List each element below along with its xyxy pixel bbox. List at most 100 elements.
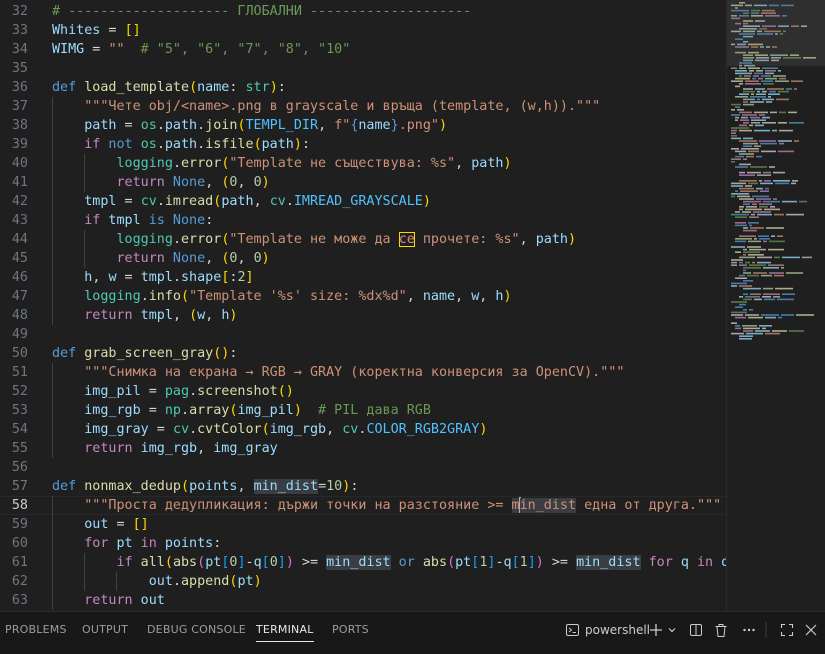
module: cv <box>172 422 190 437</box>
minimap-line <box>745 314 759 316</box>
line-number: 32 <box>11 4 28 19</box>
minimap-line <box>731 332 744 335</box>
minimap-line <box>750 227 764 229</box>
code-area[interactable]: # -------------------- ГЛОБАЛНИ --------… <box>0 2 762 610</box>
code-line-46[interactable]: h, w = tmpl.shape[:2] <box>52 268 724 287</box>
variable: img_pil <box>84 384 141 399</box>
minimap-line <box>777 298 794 301</box>
constant-none: None <box>164 175 206 190</box>
code-line-33[interactable]: Whites = [] <box>52 21 724 40</box>
minimap-line <box>781 267 784 269</box>
code-editor[interactable]: 32 33 34 35 36 37 38 39 40 41 42 43 44 45 46 47 48 49 50 51… <box>0 0 825 611</box>
minimap-slider[interactable] <box>727 0 825 66</box>
minimap-line <box>731 158 741 160</box>
code-line-56[interactable] <box>52 458 724 477</box>
minimap-line <box>739 206 744 208</box>
code-line-41[interactable]: return None, (0, 0) <box>52 173 724 192</box>
minimap-line <box>743 309 747 311</box>
minimap-line <box>731 322 737 324</box>
code-line-61[interactable]: if all(abs(pt[0]-q[0]) >= min_dist or ab… <box>52 553 762 572</box>
maximize-panel-button[interactable] <box>778 620 796 640</box>
tab-output[interactable]: OUTPUT <box>82 612 128 654</box>
minimap-line <box>763 240 767 243</box>
minimap-line <box>746 155 754 158</box>
operator: = <box>116 270 141 285</box>
minimap-line <box>741 148 759 150</box>
paren: ) <box>285 555 294 570</box>
module: logging <box>116 156 173 171</box>
code-line-60[interactable]: for pt in points: <box>52 534 724 553</box>
minimap-line <box>759 238 770 240</box>
close-panel-button[interactable] <box>802 620 820 640</box>
code-line-48[interactable]: return tmpl, (w, h) <box>52 306 724 325</box>
add-terminal-button[interactable] <box>648 620 664 640</box>
code-line-36[interactable]: def load_template(name: str): <box>52 78 724 97</box>
code-line-57[interactable]: def nonmax_dedup(points, min_dist=10): <box>52 477 724 496</box>
tab-problems[interactable]: PROBLEMS <box>5 612 67 654</box>
docstring: една от друга.""" <box>576 498 722 513</box>
code-line-58[interactable]: """Проста дедупликация: държи точки на р… <box>0 496 726 515</box>
code-line-53[interactable]: img_rgb = np.array(img_pil) # PIL дава R… <box>52 401 724 420</box>
tab-terminal[interactable]: TERMINAL <box>256 612 314 654</box>
minimap-line <box>773 296 780 298</box>
minimap-line <box>754 238 757 240</box>
code-line-40[interactable]: logging.error("Template не съществува: %… <box>52 154 724 173</box>
code-line-62[interactable]: out.append(pt) <box>52 572 724 591</box>
paren: () <box>213 346 230 361</box>
split-terminal-button[interactable] <box>687 620 705 640</box>
minimap-line <box>743 327 760 330</box>
code-line-63[interactable]: return out <box>52 591 724 610</box>
line-number: 46 <box>11 270 28 285</box>
code-line-52[interactable]: img_pil = pag.screenshot() <box>52 382 724 401</box>
attribute: shape <box>181 270 222 285</box>
unicode-highlight-box[interactable]: се <box>398 232 415 247</box>
variable: tmpl <box>84 194 117 209</box>
code-line-42[interactable]: tmpl = cv.imread(path, cv.IMREAD_GRAYSCA… <box>52 192 724 211</box>
minimap-line <box>735 150 746 153</box>
more-actions-button[interactable] <box>740 620 758 640</box>
code-line-50[interactable]: def grab_screen_gray(): <box>52 344 724 363</box>
variable: img_pil <box>237 403 294 418</box>
code-line-34[interactable]: WIMG = "" # "5", "6", "7", "8", "10" <box>52 40 724 59</box>
minimap-line <box>761 75 771 77</box>
minimap-line <box>763 267 779 269</box>
minimap-line <box>741 116 748 119</box>
code-line-45[interactable]: return None, (0, 0) <box>52 249 724 268</box>
code-line-54[interactable]: img_gray = cv.cvtColor(img_rgb, cv.COLOR… <box>52 420 724 439</box>
minimap-line <box>757 90 760 93</box>
minimap-line <box>757 213 772 216</box>
code-line-39[interactable]: if not os.path.isfile(path): <box>52 135 724 154</box>
kill-terminal-button[interactable] <box>712 620 730 640</box>
code-line-47[interactable]: logging.info("Template '%s' size: %dx%d"… <box>52 287 724 306</box>
code-line-32[interactable]: # -------------------- ГЛОБАЛНИ --------… <box>52 2 724 21</box>
minimap-line <box>745 296 760 298</box>
code-line-37[interactable]: """Чете obj/<name>.png в grayscale и връ… <box>52 97 724 116</box>
terminal-dropdown-button[interactable] <box>666 620 678 640</box>
minimap-line <box>731 127 749 129</box>
code-line-43[interactable]: if tmpl is None: <box>52 211 724 230</box>
line-number: 49 <box>11 327 28 342</box>
minimap-line <box>758 77 763 80</box>
code-line-55[interactable]: return img_rgb, img_gray <box>52 439 724 458</box>
line-number: 61 <box>11 555 28 570</box>
code-line-35[interactable] <box>52 59 724 78</box>
tab-debug-console[interactable]: DEBUG CONSOLE <box>147 612 246 654</box>
minimap-line <box>740 119 749 121</box>
string: "Template не може да <box>229 232 399 247</box>
minimap-line <box>760 190 769 192</box>
minimap-line <box>743 248 747 251</box>
code-line-51[interactable]: """Снимка на екрана → RGB → GRAY (корект… <box>52 363 724 382</box>
code-line-59[interactable]: out = [] <box>52 515 724 534</box>
variable: pt <box>108 536 133 551</box>
code-line-44[interactable]: logging.error("Template не може да се пр… <box>52 230 724 249</box>
minimap-line <box>755 124 764 127</box>
code-line-38[interactable]: path = os.path.join(TEMPL_DIR, f"{name}.… <box>52 116 724 135</box>
minimap-line <box>753 211 771 213</box>
minimap[interactable] <box>726 0 825 611</box>
code-line-49[interactable] <box>52 325 724 344</box>
minimap-line <box>731 185 743 187</box>
terminal-selector[interactable]: powershell <box>566 620 650 640</box>
tab-ports[interactable]: PORTS <box>332 612 369 654</box>
minimap-line <box>786 213 804 216</box>
minimap-line <box>735 72 752 75</box>
